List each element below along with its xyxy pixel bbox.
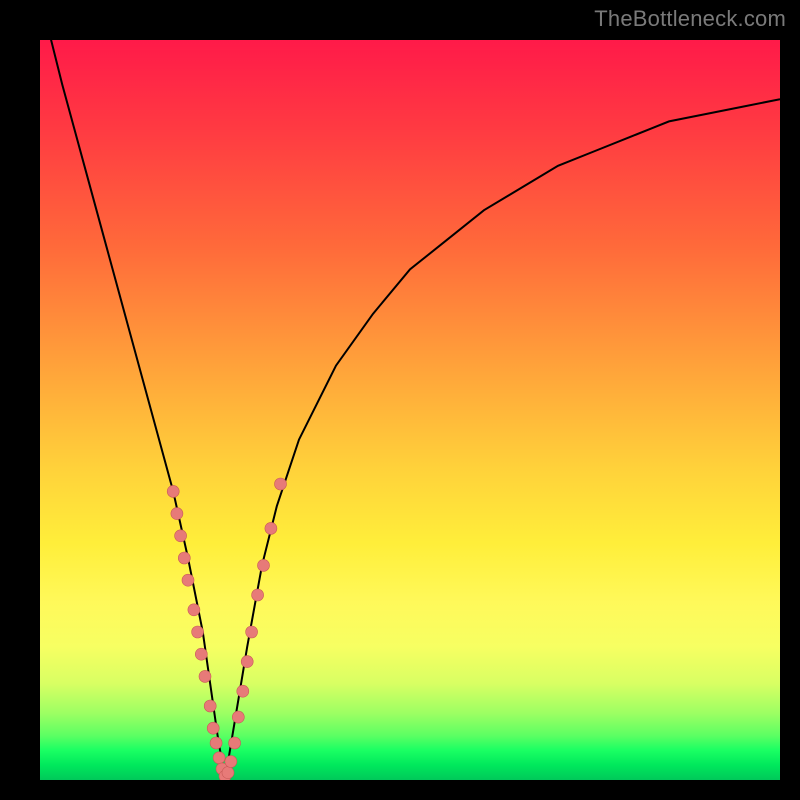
scatter-dot [275, 478, 287, 490]
scatter-dot [241, 656, 253, 668]
scatter-dot [188, 604, 200, 616]
scatter-dot [237, 685, 249, 697]
scatter-dot [171, 508, 183, 520]
scatter-dot [175, 530, 187, 542]
scatter-dot [265, 522, 277, 534]
scatter-dot [192, 626, 204, 638]
bottleneck-curve [40, 40, 780, 780]
scatter-dot [182, 574, 194, 586]
scatter-dot [252, 589, 264, 601]
scatter-dot [258, 559, 270, 571]
scatter-dot [222, 767, 234, 779]
scatter-dot [167, 485, 179, 497]
scatter-dot [207, 722, 219, 734]
scatter-dot [246, 626, 258, 638]
scatter-dot [229, 737, 241, 749]
curve-overlay [40, 40, 780, 780]
scatter-dot [204, 700, 216, 712]
scatter-dot [178, 552, 190, 564]
plot-area [40, 40, 780, 780]
scatter-dot [210, 737, 222, 749]
scatter-dot [195, 648, 207, 660]
chart-frame: TheBottleneck.com [0, 0, 800, 800]
scatter-dot [232, 711, 244, 723]
scatter-dot [213, 752, 225, 764]
scatter-dot [225, 756, 237, 768]
scatter-dot [199, 670, 211, 682]
scatter-dots [167, 478, 286, 780]
watermark-text: TheBottleneck.com [594, 6, 786, 32]
